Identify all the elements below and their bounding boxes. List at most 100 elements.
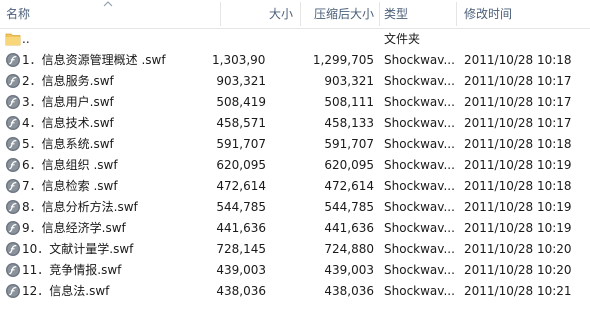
file-modified: 2011/10/28 10:19 [464, 221, 572, 235]
file-modified: 2011/10/28 10:18 [464, 137, 572, 151]
file-size: 508,419 [216, 95, 266, 109]
file-type: Shockwav... [384, 221, 454, 235]
file-type: Shockwav... [384, 158, 454, 172]
file-modified: 2011/10/28 10:17 [464, 74, 572, 88]
file-modified: 2011/10/28 10:19 [464, 158, 572, 172]
file-compressed-size: 438,036 [324, 284, 374, 298]
file-row[interactable]: 10．文献计量学.swf 728,145 724,880 Shockwav... 201… [0, 239, 590, 260]
file-modified: 2011/10/28 10:19 [464, 200, 572, 214]
file-compressed-size: 724,880 [324, 242, 374, 256]
file-size: 903,321 [216, 74, 266, 88]
file-compressed-size: 903,321 [324, 74, 374, 88]
file-name: .. [22, 32, 30, 46]
file-size: 620,095 [216, 158, 266, 172]
flash-file-icon [6, 263, 20, 277]
flash-file-icon [6, 200, 20, 214]
file-row[interactable]: 11．竞争情报.swf 439,003 439,003 Shockwav... 2011… [0, 260, 590, 281]
file-size: 472,614 [216, 179, 266, 193]
flash-file-icon [6, 284, 20, 298]
file-name: 3．信息用户.swf [22, 95, 114, 109]
file-name: 9．信息经济学.swf [22, 221, 126, 235]
file-type: Shockwav... [384, 284, 454, 298]
file-type: Shockwav... [384, 74, 454, 88]
file-name: 12．信息法.swf [22, 284, 110, 298]
file-row[interactable]: 9．信息经济学.swf 441,636 441,636 Shockwav... 2011… [0, 218, 590, 239]
file-row[interactable]: 2．信息服务.swf 903,321 903,321 Shockwav... 2011/… [0, 71, 590, 92]
column-header-compressed-size[interactable]: 压缩后大小 [306, 0, 374, 28]
file-row[interactable]: 3．信息用户.swf 508,419 508,111 Shockwav... 2011/… [0, 92, 590, 113]
folder-icon [5, 33, 21, 46]
flash-file-icon [6, 116, 20, 130]
file-size: 591,707 [216, 137, 266, 151]
file-type: Shockwav... [384, 263, 454, 277]
file-type: Shockwav... [384, 95, 454, 109]
file-modified: 2011/10/28 10:17 [464, 95, 572, 109]
column-header-row: 名称 大小 压缩后大小 类型 修改时间 [0, 0, 590, 29]
file-name: 6．信息组织 .swf [22, 158, 118, 172]
file-compressed-size: 620,095 [324, 158, 374, 172]
column-divider[interactable] [456, 2, 457, 26]
file-row[interactable]: 4．信息技术.swf 458,571 458,133 Shockwav... 2011/… [0, 113, 590, 134]
file-compressed-size: 1,299,705 [312, 53, 374, 67]
flash-file-icon [6, 95, 20, 109]
file-compressed-size: 508,111 [324, 95, 374, 109]
file-compressed-size: 544,785 [324, 200, 374, 214]
column-divider[interactable] [379, 2, 380, 26]
file-type: 文件夹 [384, 32, 421, 46]
file-compressed-size: 591,707 [324, 137, 374, 151]
flash-file-icon [6, 242, 20, 256]
file-size: 544,785 [216, 200, 266, 214]
file-name: 7．信息检索 .swf [22, 179, 118, 193]
file-type: Shockwav... [384, 137, 454, 151]
flash-file-icon [6, 74, 20, 88]
file-name: 2．信息服务.swf [22, 74, 114, 88]
file-compressed-size: 458,133 [324, 116, 374, 130]
column-header-modified[interactable]: 修改时间 [464, 0, 512, 28]
file-modified: 2011/10/28 10:18 [464, 179, 572, 193]
file-list: 名称 大小 压缩后大小 类型 修改时间 .. 文件夹 1．信息资源管理概述 .s… [0, 0, 590, 310]
file-name: 1．信息资源管理概述 .swf [22, 53, 166, 67]
flash-file-icon [6, 179, 20, 193]
file-compressed-size: 439,003 [324, 263, 374, 277]
file-row[interactable]: 8．信息分析方法.swf 544,785 544,785 Shockwav... 201… [0, 197, 590, 218]
file-modified: 2011/10/28 10:18 [464, 53, 572, 67]
file-modified: 2011/10/28 10:20 [464, 242, 572, 256]
file-modified: 2011/10/28 10:17 [464, 116, 572, 130]
file-name: 5．信息系统.swf [22, 137, 114, 151]
file-type: Shockwav... [384, 242, 454, 256]
file-type: Shockwav... [384, 179, 454, 193]
file-row[interactable]: 5．信息系统.swf 591,707 591,707 Shockwav... 2011/… [0, 134, 590, 155]
flash-file-icon [6, 221, 20, 235]
sort-ascending-icon [103, 1, 113, 7]
file-size: 458,571 [216, 116, 266, 130]
file-row[interactable]: 12．信息法.swf 438,036 438,036 Shockwav... 2011/… [0, 281, 590, 302]
file-size: 1,303,905 [212, 53, 266, 67]
flash-file-icon [6, 53, 20, 67]
file-modified: 2011/10/28 10:20 [464, 263, 572, 277]
file-size: 728,145 [216, 242, 266, 256]
file-size: 439,003 [216, 263, 266, 277]
column-header-type[interactable]: 类型 [384, 0, 408, 28]
flash-file-icon [6, 137, 20, 151]
column-divider[interactable] [220, 2, 221, 26]
file-compressed-size: 472,614 [324, 179, 374, 193]
file-row[interactable]: 7．信息检索 .swf 472,614 472,614 Shockwav... 2011… [0, 176, 590, 197]
file-size: 438,036 [216, 284, 266, 298]
file-name: 8．信息分析方法.swf [22, 200, 138, 214]
file-type: Shockwav... [384, 200, 454, 214]
parent-folder-row[interactable]: .. 文件夹 [0, 29, 590, 50]
file-row[interactable]: 6．信息组织 .swf 620,095 620,095 Shockwav... 2011… [0, 155, 590, 176]
file-modified: 2011/10/28 10:21 [464, 284, 572, 298]
file-type: Shockwav... [384, 116, 454, 130]
file-name: 10．文献计量学.swf [22, 242, 134, 256]
column-header-size[interactable]: 大小 [240, 0, 293, 28]
file-compressed-size: 441,636 [324, 221, 374, 235]
file-name: 4．信息技术.swf [22, 116, 114, 130]
column-divider[interactable] [300, 2, 301, 26]
file-size: 441,636 [216, 221, 266, 235]
file-type: Shockwav... [384, 53, 454, 67]
flash-file-icon [6, 158, 20, 172]
file-row[interactable]: 1．信息资源管理概述 .swf 1,303,905 1,299,705 Shockwa… [0, 50, 590, 71]
column-header-name[interactable]: 名称 [6, 0, 30, 28]
file-name: 11．竞争情报.swf [22, 263, 122, 277]
